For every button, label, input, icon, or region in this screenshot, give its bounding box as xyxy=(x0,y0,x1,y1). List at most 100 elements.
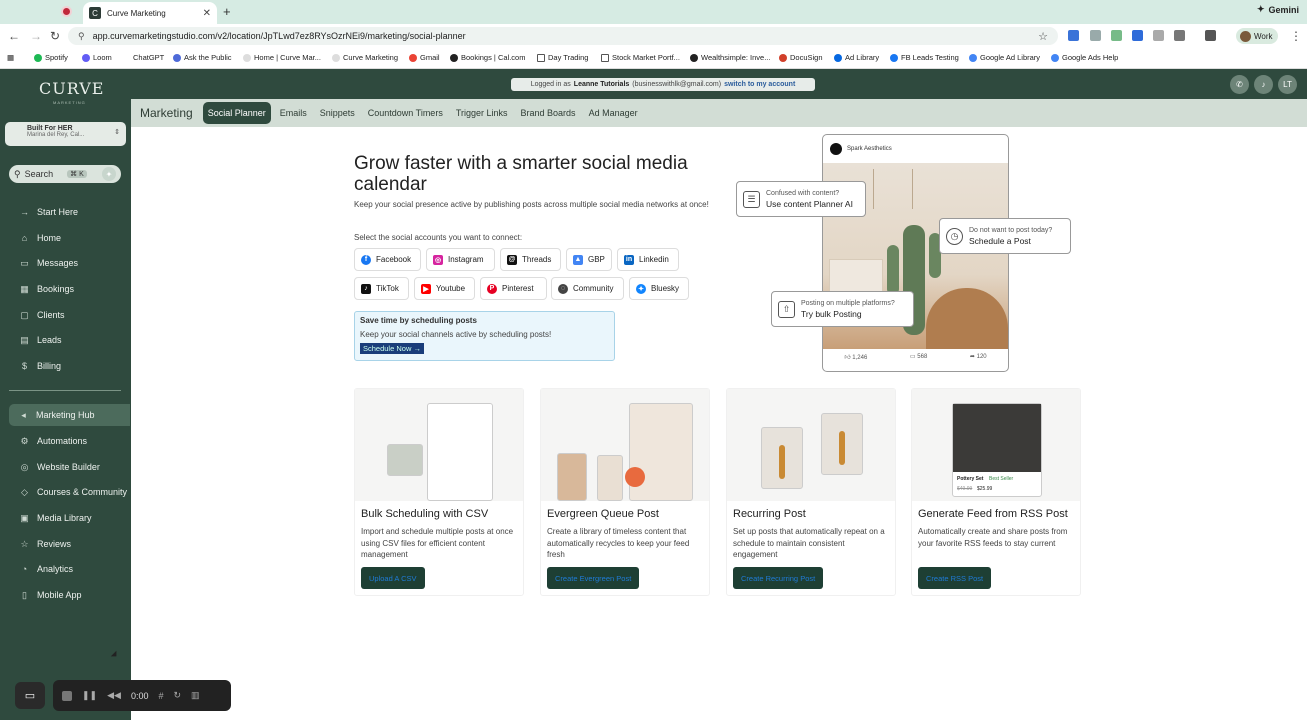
extension-leaf-icon[interactable] xyxy=(1111,30,1122,41)
rewind-icon[interactable]: ◀◀ xyxy=(107,690,121,701)
sidebar-item-bookings[interactable]: ▦ Bookings xyxy=(0,278,131,300)
schedule-now-button[interactable]: Schedule Now → xyxy=(360,343,424,354)
sidebar-item-label: Mobile App xyxy=(37,590,82,600)
connect-pinterest-button[interactable]: P Pinterest xyxy=(480,277,547,300)
user-avatar[interactable]: LT xyxy=(1278,75,1297,94)
apps-grid-icon[interactable]: ▦ xyxy=(7,53,14,62)
trash-icon[interactable]: ▥ xyxy=(191,690,200,701)
forward-icon[interactable]: → xyxy=(30,29,42,43)
extensions-puzzle-icon[interactable] xyxy=(1174,30,1185,41)
connect-community-button[interactable]: ◌ Community xyxy=(551,277,624,300)
card-description: Set up posts that automatically repeat o… xyxy=(733,527,885,559)
side-panel-icon[interactable] xyxy=(1205,30,1216,41)
create-rss-button[interactable]: Create RSS Post xyxy=(918,567,992,589)
account-switcher[interactable]: Built For HER Marina del Rey, Cal... ⇕ xyxy=(5,122,126,146)
sidebar-item-clients[interactable]: ▢ Clients xyxy=(0,304,131,326)
bookmark-item[interactable]: DocuSign xyxy=(779,53,823,62)
sidebar-item-label: Media Library xyxy=(37,513,92,523)
sidebar-item-label: Reviews xyxy=(37,539,72,549)
extension-camera-icon[interactable] xyxy=(1153,30,1164,41)
sidebar-item-analytics[interactable]: ◔ Analytics xyxy=(0,558,131,580)
sidebar-item-start-here[interactable]: → Start Here xyxy=(0,201,131,223)
sidebar-item-messages[interactable]: ▭ Messages xyxy=(0,252,131,274)
gemini-button[interactable]: ✦ Gemini xyxy=(1257,4,1299,15)
connect-bluesky-button[interactable]: ✦ Bluesky xyxy=(629,277,689,300)
bell-icon[interactable]: ♪ xyxy=(1254,75,1273,94)
sidebar-item-billing[interactable]: $ Billing xyxy=(0,355,131,377)
tab-countdown-timers[interactable]: Countdown Timers xyxy=(368,108,443,118)
brand-name: Spark Aesthetics xyxy=(847,146,892,152)
new-tab-icon[interactable]: + xyxy=(223,4,231,19)
bookmark-item[interactable]: Ad Library xyxy=(834,53,879,62)
sidebar-item-media-library[interactable]: ▣ Media Library xyxy=(0,507,131,529)
restart-icon[interactable]: ↻ xyxy=(173,690,181,701)
bookmark-item[interactable]: Stock Market Portf... xyxy=(601,53,680,62)
switch-account-link[interactable]: switch to my account xyxy=(724,81,795,88)
close-tab-icon[interactable]: ✕ xyxy=(203,8,211,19)
bookmark-item[interactable]: Ask the Public xyxy=(173,53,232,62)
sidebar-item-home[interactable]: ⌂ Home xyxy=(0,227,131,249)
stop-recording-button[interactable] xyxy=(62,690,72,701)
bookmark-label: Curve Marketing xyxy=(343,53,399,62)
connect-linkedin-button[interactable]: in Linkedin xyxy=(617,248,679,271)
reload-icon[interactable]: ↻ xyxy=(50,29,60,43)
address-bar[interactable]: ⚲ app.curvemarketingstudio.com/v2/locati… xyxy=(68,27,1058,45)
tab-emails[interactable]: Emails xyxy=(280,108,307,118)
site-info-icon[interactable]: ⚲ xyxy=(78,31,85,42)
tab-snippets[interactable]: Snippets xyxy=(320,108,355,118)
bookmark-item[interactable]: Bookings | Cal.com xyxy=(450,53,525,62)
search-button[interactable]: ⚲ Search ⌘ K ✦ xyxy=(9,165,121,183)
sidebar-item-leads[interactable]: ▤ Leads xyxy=(0,329,131,351)
profile-button[interactable]: Work xyxy=(1236,28,1278,44)
connect-threads-button[interactable]: @ Threads xyxy=(500,248,561,271)
sidebar-item-marketing-hub[interactable]: ◂ Marketing Hub xyxy=(9,404,130,426)
star-icon: ☆ xyxy=(20,538,29,549)
bookmark-item[interactable]: Home | Curve Mar... xyxy=(243,53,321,62)
connect-gbp-button[interactable]: ▲ GBP xyxy=(566,248,612,271)
browser-tab[interactable]: C Curve Marketing ✕ xyxy=(83,2,217,24)
create-recurring-button[interactable]: Create Recurring Post xyxy=(733,567,824,589)
brand-avatar xyxy=(830,143,842,155)
bookmark-item[interactable]: Day Trading xyxy=(537,53,588,62)
create-evergreen-button[interactable]: Create Evergreen Post xyxy=(547,567,640,589)
bookmark-item[interactable]: FB Leads Testing xyxy=(890,53,959,62)
sidebar-item-courses-community[interactable]: ◇ Courses & Community xyxy=(0,481,131,503)
bookmark-item[interactable]: ChatGPT xyxy=(122,53,164,62)
upload-csv-button[interactable]: Upload A CSV xyxy=(361,567,425,589)
connect-youtube-button[interactable]: ▶ Youtube xyxy=(414,277,475,300)
bookmark-item[interactable]: Spotify xyxy=(34,53,68,62)
facebook-icon xyxy=(890,53,898,62)
sidebar-item-reviews[interactable]: ☆ Reviews xyxy=(0,533,131,555)
connect-tiktok-button[interactable]: ♪ TikTok xyxy=(354,277,409,300)
sidebar-item-automations[interactable]: ⚙ Automations xyxy=(0,430,131,452)
camera-toggle-button[interactable]: ▭ xyxy=(15,682,45,709)
phone-icon[interactable]: ✆ xyxy=(1230,75,1249,94)
bookmark-item[interactable]: Curve Marketing xyxy=(332,53,398,62)
back-icon[interactable]: ← xyxy=(8,29,20,43)
bookmark-item[interactable]: Loom xyxy=(82,53,112,62)
calcom-icon xyxy=(450,53,458,62)
browser-menu-icon[interactable]: ⋮ xyxy=(1290,29,1302,43)
bookmark-item[interactable]: Google Ads Help xyxy=(1051,53,1118,62)
start-icon: → xyxy=(20,207,29,217)
tab-social-planner[interactable]: Social Planner xyxy=(202,102,271,124)
tab-ad-manager[interactable]: Ad Manager xyxy=(589,108,638,118)
tab-brand-boards[interactable]: Brand Boards xyxy=(521,108,576,118)
pause-icon[interactable]: ❚❚ xyxy=(82,690,97,701)
extension-grid-icon[interactable] xyxy=(1090,30,1101,41)
bookmark-item[interactable]: Gmail xyxy=(409,53,440,62)
tab-trigger-links[interactable]: Trigger Links xyxy=(456,108,508,118)
sidebar-item-website-builder[interactable]: ◎ Website Builder xyxy=(0,456,131,478)
sidebar-item-mobile-app[interactable]: ▯ Mobile App xyxy=(0,584,131,606)
bookmark-item[interactable]: Wealthsimple: Inve... xyxy=(690,53,770,62)
bookmark-item[interactable]: Google Ad Library xyxy=(969,53,1040,62)
bookmark-star-icon[interactable]: ☆ xyxy=(1038,30,1048,43)
ai-sparkle-button[interactable]: ✦ xyxy=(102,167,116,181)
connect-facebook-button[interactable]: f Facebook xyxy=(354,248,421,271)
extension-translate-icon[interactable] xyxy=(1068,30,1079,41)
sidebar-item-label: Website Builder xyxy=(37,462,100,472)
extension-blue-icon[interactable] xyxy=(1132,30,1143,41)
grid-icon[interactable]: # xyxy=(158,691,163,701)
bookmark-label: Bookings | Cal.com xyxy=(461,53,526,62)
connect-instagram-button[interactable]: ◎ Instagram xyxy=(426,248,495,271)
